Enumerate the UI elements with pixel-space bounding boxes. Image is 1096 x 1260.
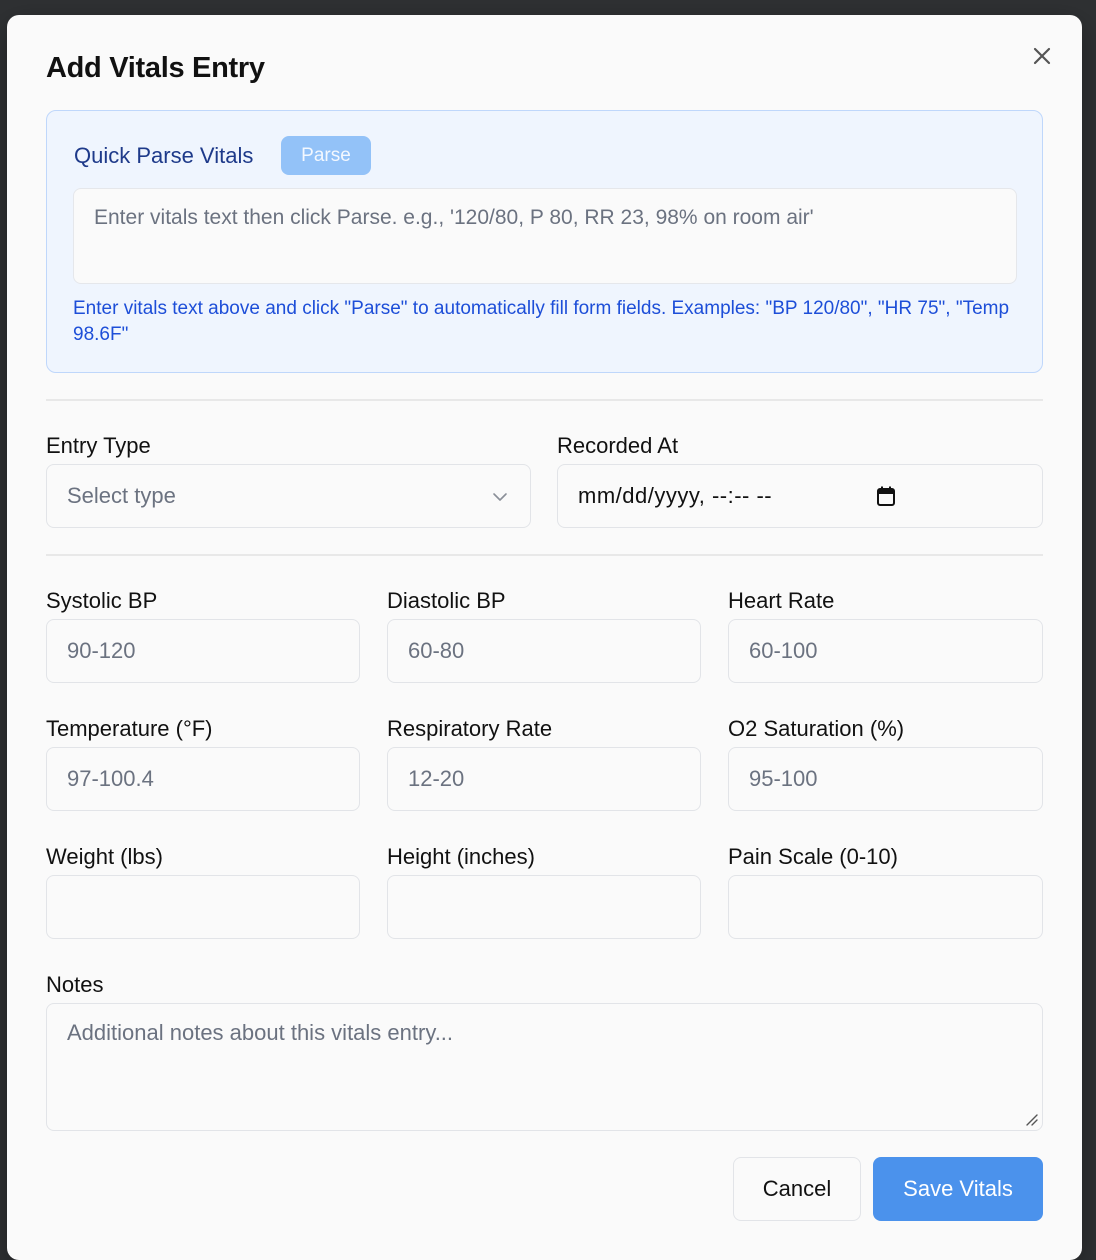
quick-parse-title: Quick Parse Vitals [74,143,254,168]
height-label: Height (inches) [387,844,535,869]
pain-scale-label: Pain Scale (0-10) [728,844,898,869]
recorded-at-input[interactable]: mm/dd/yyyy, --:-- -- [557,464,1043,528]
diastolic-input[interactable]: 60-80 [387,619,701,683]
pain-scale-input[interactable] [728,875,1043,939]
parse-button[interactable]: Parse [281,136,371,175]
chevron-down-icon [493,493,507,501]
diastolic-label: Diastolic BP [387,588,506,613]
temperature-placeholder: 97-100.4 [67,766,154,791]
o2-saturation-placeholder: 95-100 [749,766,818,791]
temperature-label: Temperature (°F) [46,716,213,741]
heart-rate-placeholder: 60-100 [749,638,818,663]
diastolic-placeholder: 60-80 [408,638,465,663]
save-vitals-button[interactable]: Save Vitals [873,1157,1043,1221]
respiratory-rate-input[interactable]: 12-20 [387,747,701,811]
weight-label: Weight (lbs) [46,844,163,869]
systolic-label: Systolic BP [46,588,158,613]
recorded-at-label: Recorded At [557,433,679,458]
quick-parse-help-text: Enter vitals text above and click "Parse… [73,298,1010,345]
o2-saturation-input[interactable]: 95-100 [728,747,1043,811]
resize-grip-icon[interactable] [1023,1111,1039,1127]
quick-parse-panel: Quick Parse Vitals Parse Enter vitals te… [46,110,1043,373]
entry-type-placeholder: Select type [67,483,176,508]
notes-textarea[interactable]: Additional notes about this vitals entry… [46,1003,1043,1131]
systolic-placeholder: 90-120 [67,638,136,663]
divider [46,399,1043,401]
heart-rate-label: Heart Rate [728,588,835,613]
heart-rate-input[interactable]: 60-100 [728,619,1043,683]
recorded-at-value: mm/dd/yyyy, --:-- -- [578,483,773,508]
notes-placeholder: Additional notes about this vitals entry… [67,1020,454,1045]
divider [46,554,1043,556]
cancel-button[interactable]: Cancel [733,1157,861,1221]
add-vitals-modal: Add Vitals Entry Quick Parse Vitals Pars… [7,15,1082,1260]
close-button[interactable] [1027,41,1057,71]
modal-title: Add Vitals Entry [46,52,265,84]
height-input[interactable] [387,875,701,939]
quick-parse-textarea[interactable]: Enter vitals text then click Parse. e.g.… [73,188,1017,284]
notes-label: Notes [46,972,104,997]
close-icon [1033,47,1051,65]
o2-saturation-label: O2 Saturation (%) [728,716,905,741]
respiratory-rate-placeholder: 12-20 [408,766,465,791]
temperature-input[interactable]: 97-100.4 [46,747,360,811]
entry-type-select[interactable]: Select type [46,464,531,528]
entry-type-label: Entry Type [46,433,151,458]
respiratory-rate-label: Respiratory Rate [387,716,553,741]
calendar-icon[interactable] [876,485,896,507]
systolic-input[interactable]: 90-120 [46,619,360,683]
weight-input[interactable] [46,875,360,939]
